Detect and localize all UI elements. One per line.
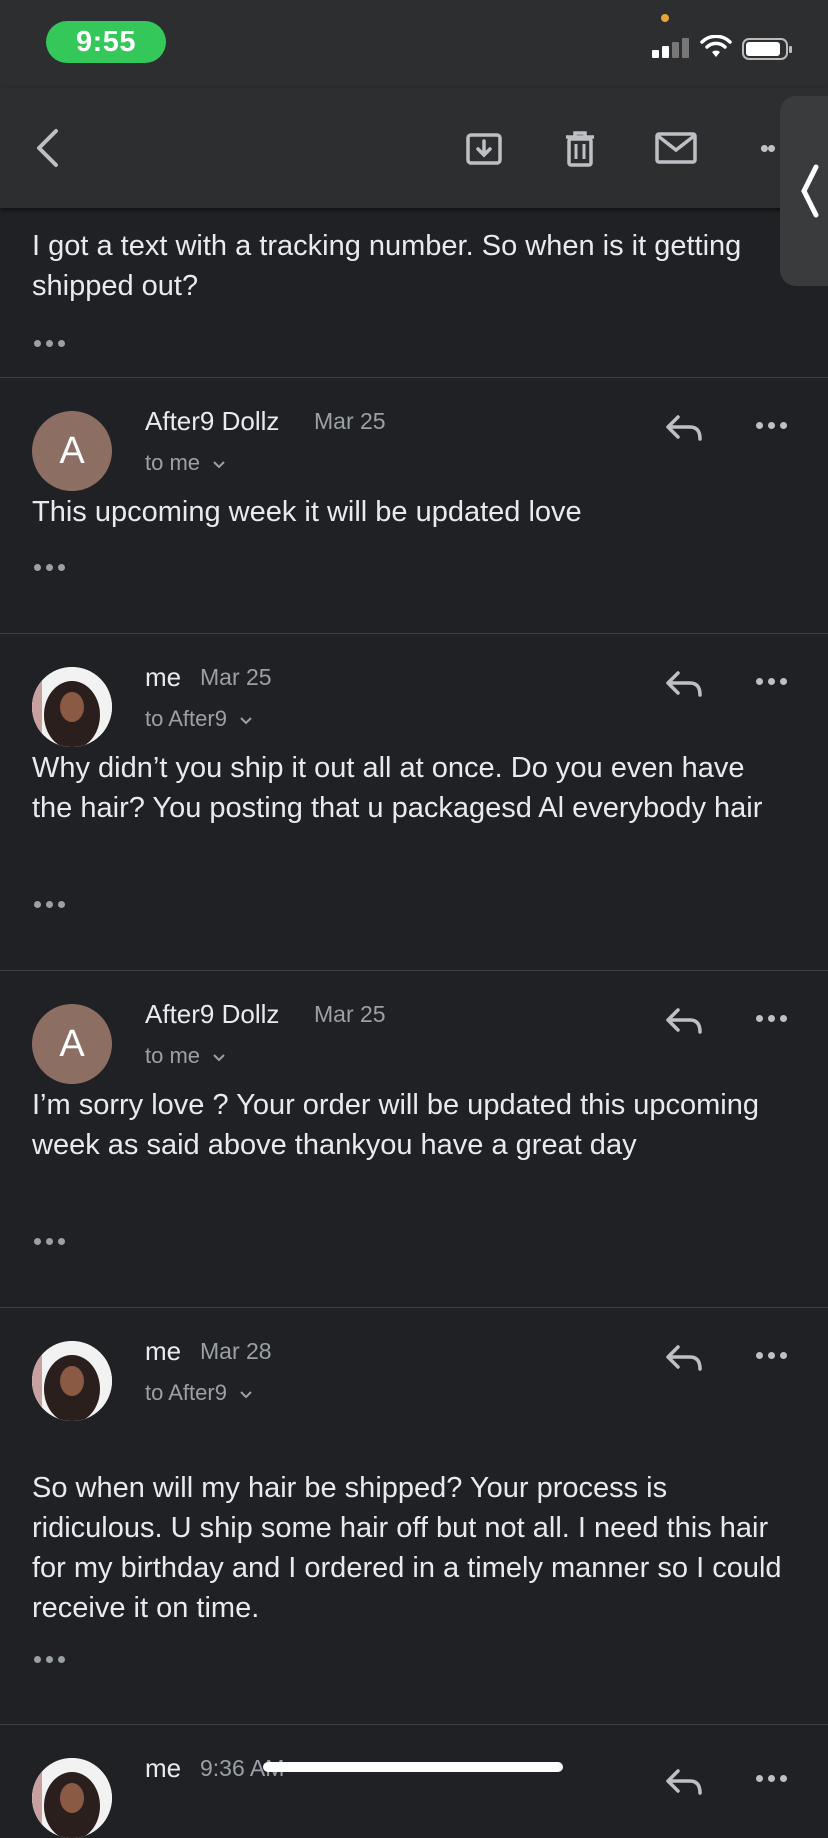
avatar	[32, 1341, 112, 1421]
recipient-toggle[interactable]: to After9	[145, 706, 253, 732]
message-body: I got a text with a tracking number. So …	[32, 230, 742, 302]
message-date: Mar 25	[200, 664, 272, 690]
reply-icon[interactable]	[664, 1765, 704, 1799]
archive-icon	[466, 133, 502, 165]
message-more-icon[interactable]	[756, 422, 787, 429]
wifi-icon	[700, 35, 732, 57]
mail-icon	[655, 132, 697, 164]
mark-unread-button[interactable]	[651, 124, 701, 172]
avatar: A	[32, 1004, 112, 1084]
recipient-toggle[interactable]: to After9	[145, 1380, 253, 1406]
more-icon: ••	[759, 132, 776, 163]
message-item[interactable]: me Mar 25 to After9 Why didn’t you ship …	[0, 634, 828, 971]
chevron-down-icon	[213, 461, 225, 469]
avatar	[32, 1758, 112, 1838]
privacy-indicator	[661, 14, 669, 22]
message-item[interactable]: me Mar 28 to After9 So when will my hair…	[0, 1308, 828, 1725]
sender-name: me	[145, 1336, 182, 1366]
recipient-toggle[interactable]: to me	[145, 1043, 226, 1069]
message-date: Mar 25	[314, 408, 386, 434]
sender-name: me	[145, 662, 182, 692]
show-trimmed-button[interactable]	[34, 1238, 65, 1245]
sender-name: After9 Dollz	[145, 406, 280, 436]
message-more-icon[interactable]	[756, 1352, 787, 1359]
show-trimmed-button[interactable]	[34, 564, 65, 571]
recipient-label: to me	[145, 1043, 201, 1068]
reply-icon[interactable]	[664, 411, 704, 445]
avatar	[32, 667, 112, 747]
archive-button[interactable]	[460, 124, 508, 172]
message-more-icon[interactable]	[756, 1015, 787, 1022]
profile-photo	[32, 1341, 112, 1421]
reply-icon[interactable]	[664, 667, 704, 701]
show-trimmed-button[interactable]	[34, 1656, 65, 1663]
message-body: I’m sorry love ? Your order will be upda…	[32, 1089, 759, 1161]
show-trimmed-button[interactable]	[34, 901, 65, 908]
battery-icon	[742, 38, 792, 60]
signal-icon	[652, 38, 689, 58]
message-body: This upcoming week it will be updated lo…	[32, 496, 582, 528]
profile-photo	[32, 1758, 112, 1838]
trash-icon	[566, 131, 594, 167]
message-more-icon[interactable]	[756, 1775, 787, 1782]
message-thread: I got a text with a tracking number. So …	[0, 208, 828, 1838]
message-body: Why didn’t you ship it out all at once. …	[32, 752, 763, 824]
message-item[interactable]: A After9 Dollz Mar 25 to me This upcomin…	[0, 378, 828, 634]
message-body: So when will my hair be shipped? Your pr…	[32, 1472, 782, 1624]
recipient-toggle[interactable]: to me	[145, 450, 226, 476]
recipient-label: to After9	[145, 706, 227, 731]
delete-button[interactable]	[556, 124, 604, 172]
message-more-icon[interactable]	[756, 678, 787, 685]
message-item[interactable]: me 9:36 AM	[0, 1725, 828, 1838]
status-time: 9:55	[46, 21, 166, 63]
back-button[interactable]	[22, 118, 72, 178]
show-trimmed-button[interactable]	[34, 340, 65, 347]
email-toolbar: ••	[0, 88, 828, 208]
home-indicator[interactable]	[263, 1762, 563, 1772]
recipient-label: to After9	[145, 1380, 227, 1405]
sender-name: After9 Dollz	[145, 999, 280, 1029]
recipient-label: to me	[145, 450, 201, 475]
message-date: Mar 25	[314, 1001, 386, 1027]
message-partial[interactable]: I got a text with a tracking number. So …	[0, 208, 828, 378]
reply-icon[interactable]	[664, 1004, 704, 1038]
chevron-down-icon	[213, 1054, 225, 1062]
more-options-button[interactable]: ••	[752, 128, 782, 168]
message-date: Mar 28	[200, 1338, 272, 1364]
chevron-down-icon	[240, 1391, 252, 1399]
status-bar: 9:55	[0, 0, 828, 88]
sender-name: me	[145, 1753, 182, 1783]
chevron-down-icon	[240, 717, 252, 725]
reply-icon[interactable]	[664, 1341, 704, 1375]
avatar: A	[32, 411, 112, 491]
profile-photo	[32, 667, 112, 747]
back-icon	[37, 129, 58, 167]
message-item[interactable]: A After9 Dollz Mar 25 to me I’m sorry lo…	[0, 971, 828, 1308]
